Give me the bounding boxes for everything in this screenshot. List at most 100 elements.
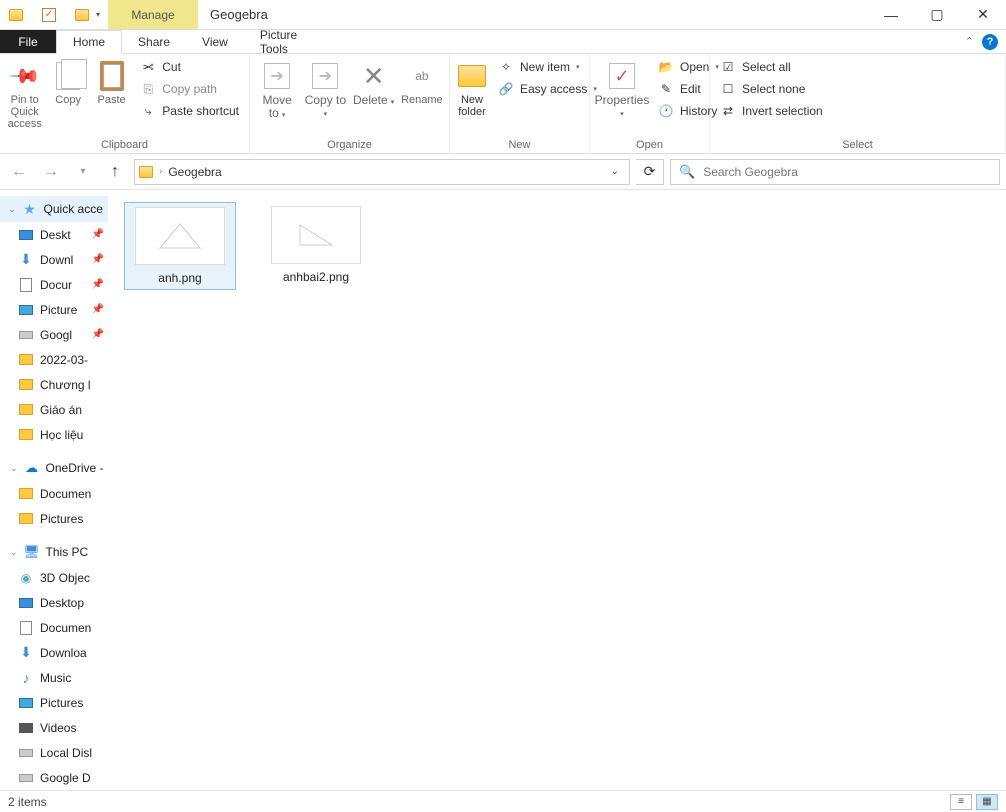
maximize-button[interactable]: ▢ [914,0,960,29]
collapse-ribbon-icon[interactable]: ⌃ [965,35,974,48]
details-view-button[interactable]: ≡ [950,794,972,810]
tree-item[interactable]: ⬇Downl📌 [0,247,108,272]
recent-locations-button[interactable]: ▾ [70,159,96,185]
copy-to-button[interactable]: ➔ Copy to ▾ [304,58,346,119]
group-organize: ➔ Move to ▾ ➔ Copy to ▾ ✕ Delete ▾ ab Re… [250,54,450,153]
move-to-button[interactable]: ➔ Move to ▾ [256,58,298,120]
tree-item[interactable]: Pictures [0,690,108,715]
tree-item[interactable]: ⬇Downloa [0,640,108,665]
tree-item-label: Học liệu [40,428,83,442]
tree-item[interactable]: Documen [0,481,108,506]
tree-item-label: Picture [40,303,77,317]
help-icon[interactable]: ? [982,34,998,50]
tree-onedrive[interactable]: ⌄ ☁ OneDrive - [0,455,108,481]
main-area: ⌄ ★ Quick acce Deskt📌⬇Downl📌Docur📌Pictur… [0,190,1006,790]
file-item[interactable]: anhbai2.png [260,202,372,288]
tree-item[interactable]: Picture📌 [0,297,108,322]
tree-item-label: Pictures [40,696,83,710]
document-icon [20,278,32,292]
app-folder-icon[interactable] [8,7,24,23]
tree-item[interactable]: Giáo án [0,397,108,422]
address-dropdown-icon[interactable]: ⌄ [605,166,625,177]
paste-button[interactable]: Paste [93,58,130,106]
tree-item[interactable]: Local Disl [0,740,108,765]
tree-item[interactable]: Documen [0,615,108,640]
open-icon: 📂 [658,59,674,75]
tree-item[interactable]: Docur📌 [0,272,108,297]
invert-selection-button[interactable]: ⇄Invert selection [716,102,827,120]
move-to-icon: ➔ [264,63,290,89]
forward-button[interactable]: → [38,159,64,185]
pin-to-quick-access-button[interactable]: 📌 Pin to Quick access [6,58,43,130]
tree-item[interactable]: Học liệu [0,422,108,447]
qat-newfolder-icon[interactable] [74,7,90,23]
new-item-button[interactable]: ✧New item ▾ [494,58,601,76]
tree-item[interactable]: Googl📌 [0,322,108,347]
search-input[interactable] [703,165,991,179]
tree-this-pc[interactable]: ⌄ 🖥 This PC [0,539,108,565]
tree-item-label: Downl [40,253,73,267]
music-icon: ♪ [23,670,30,686]
folder-icon [19,379,33,390]
title-bar: ✓ ▾ Manage Geogebra — ▢ ✕ [0,0,1006,30]
cut-button[interactable]: ✂Cut [136,58,243,76]
tree-item[interactable]: Videos [0,715,108,740]
delete-button[interactable]: ✕ Delete ▾ [353,58,395,107]
ribbon-tabs: File Home Share View Picture Tools ⌃ ? [0,30,1006,54]
nav-tree[interactable]: ⌄ ★ Quick acce Deskt📌⬇Downl📌Docur📌Pictur… [0,190,108,790]
tree-item-label: Downloa [40,646,87,660]
tree-item[interactable]: Google D [0,765,108,790]
qat-properties-icon[interactable]: ✓ [41,7,57,23]
tree-item[interactable]: Desktop [0,590,108,615]
up-button[interactable]: ↑ [102,159,128,185]
tree-item-label: Googl [40,328,72,342]
view-switcher: ≡ ▦ [950,794,998,810]
chevron-right-icon[interactable]: › [159,166,162,177]
tree-item[interactable]: 2022-03- [0,347,108,372]
chevron-down-icon: ⌄ [10,463,18,474]
tab-home[interactable]: Home [56,30,122,54]
tree-item-label: 3D Objec [40,571,90,585]
tab-file[interactable]: File [0,30,56,53]
easy-access-button[interactable]: 🔗Easy access ▾ [494,80,601,98]
refresh-button[interactable]: ⟳ [636,159,664,185]
select-none-button[interactable]: ☐Select none [716,80,827,98]
back-button[interactable]: ← [6,159,32,185]
copy-path-button[interactable]: ⎘Copy path [136,80,243,98]
desktop-icon [19,230,33,240]
properties-button[interactable]: ✓ Properties ▾ [596,58,648,119]
tab-share[interactable]: Share [122,30,186,53]
close-button[interactable]: ✕ [960,0,1006,29]
tree-item-label: Videos [40,721,76,735]
rename-button[interactable]: ab Rename [401,58,443,106]
file-thumbnail [135,207,225,265]
tree-item[interactable]: Chương l [0,372,108,397]
breadcrumb[interactable]: Geogebra [168,165,221,179]
tree-item[interactable]: Pictures [0,506,108,531]
tree-item[interactable]: Deskt📌 [0,222,108,247]
download-icon: ⬇ [20,251,32,268]
group-new: New folder ✧New item ▾ 🔗Easy access ▾ Ne… [450,54,590,153]
copy-to-icon: ➔ [312,63,338,89]
copy-button[interactable]: Copy [49,58,86,106]
window-controls: — ▢ ✕ [868,0,1006,29]
tab-view[interactable]: View [186,30,244,53]
file-item[interactable]: anh.png [124,202,236,290]
file-list[interactable]: anh.png anhbai2.png [108,190,1006,790]
ribbon-right: ⌃ ? [965,30,1006,53]
thumbnails-view-button[interactable]: ▦ [976,794,998,810]
select-all-button[interactable]: ☑Select all [716,58,827,76]
qat-dropdown-icon[interactable]: ▾ [96,10,100,19]
tab-picture-tools[interactable]: Picture Tools [244,30,334,53]
paste-shortcut-button[interactable]: ⤷Paste shortcut [136,102,243,120]
chevron-down-icon: ⌄ [8,204,16,215]
new-folder-button[interactable]: New folder [456,58,488,118]
tree-item[interactable]: ♪Music [0,665,108,690]
group-label: Select [710,137,1005,153]
minimize-button[interactable]: — [868,0,914,29]
folder-icon [19,488,33,499]
tree-quick-access[interactable]: ⌄ ★ Quick acce [0,196,108,222]
tree-item[interactable]: ◉3D Objec [0,565,108,590]
address-bar[interactable]: › Geogebra ⌄ [134,159,630,185]
search-box[interactable]: 🔍 [670,159,1000,185]
